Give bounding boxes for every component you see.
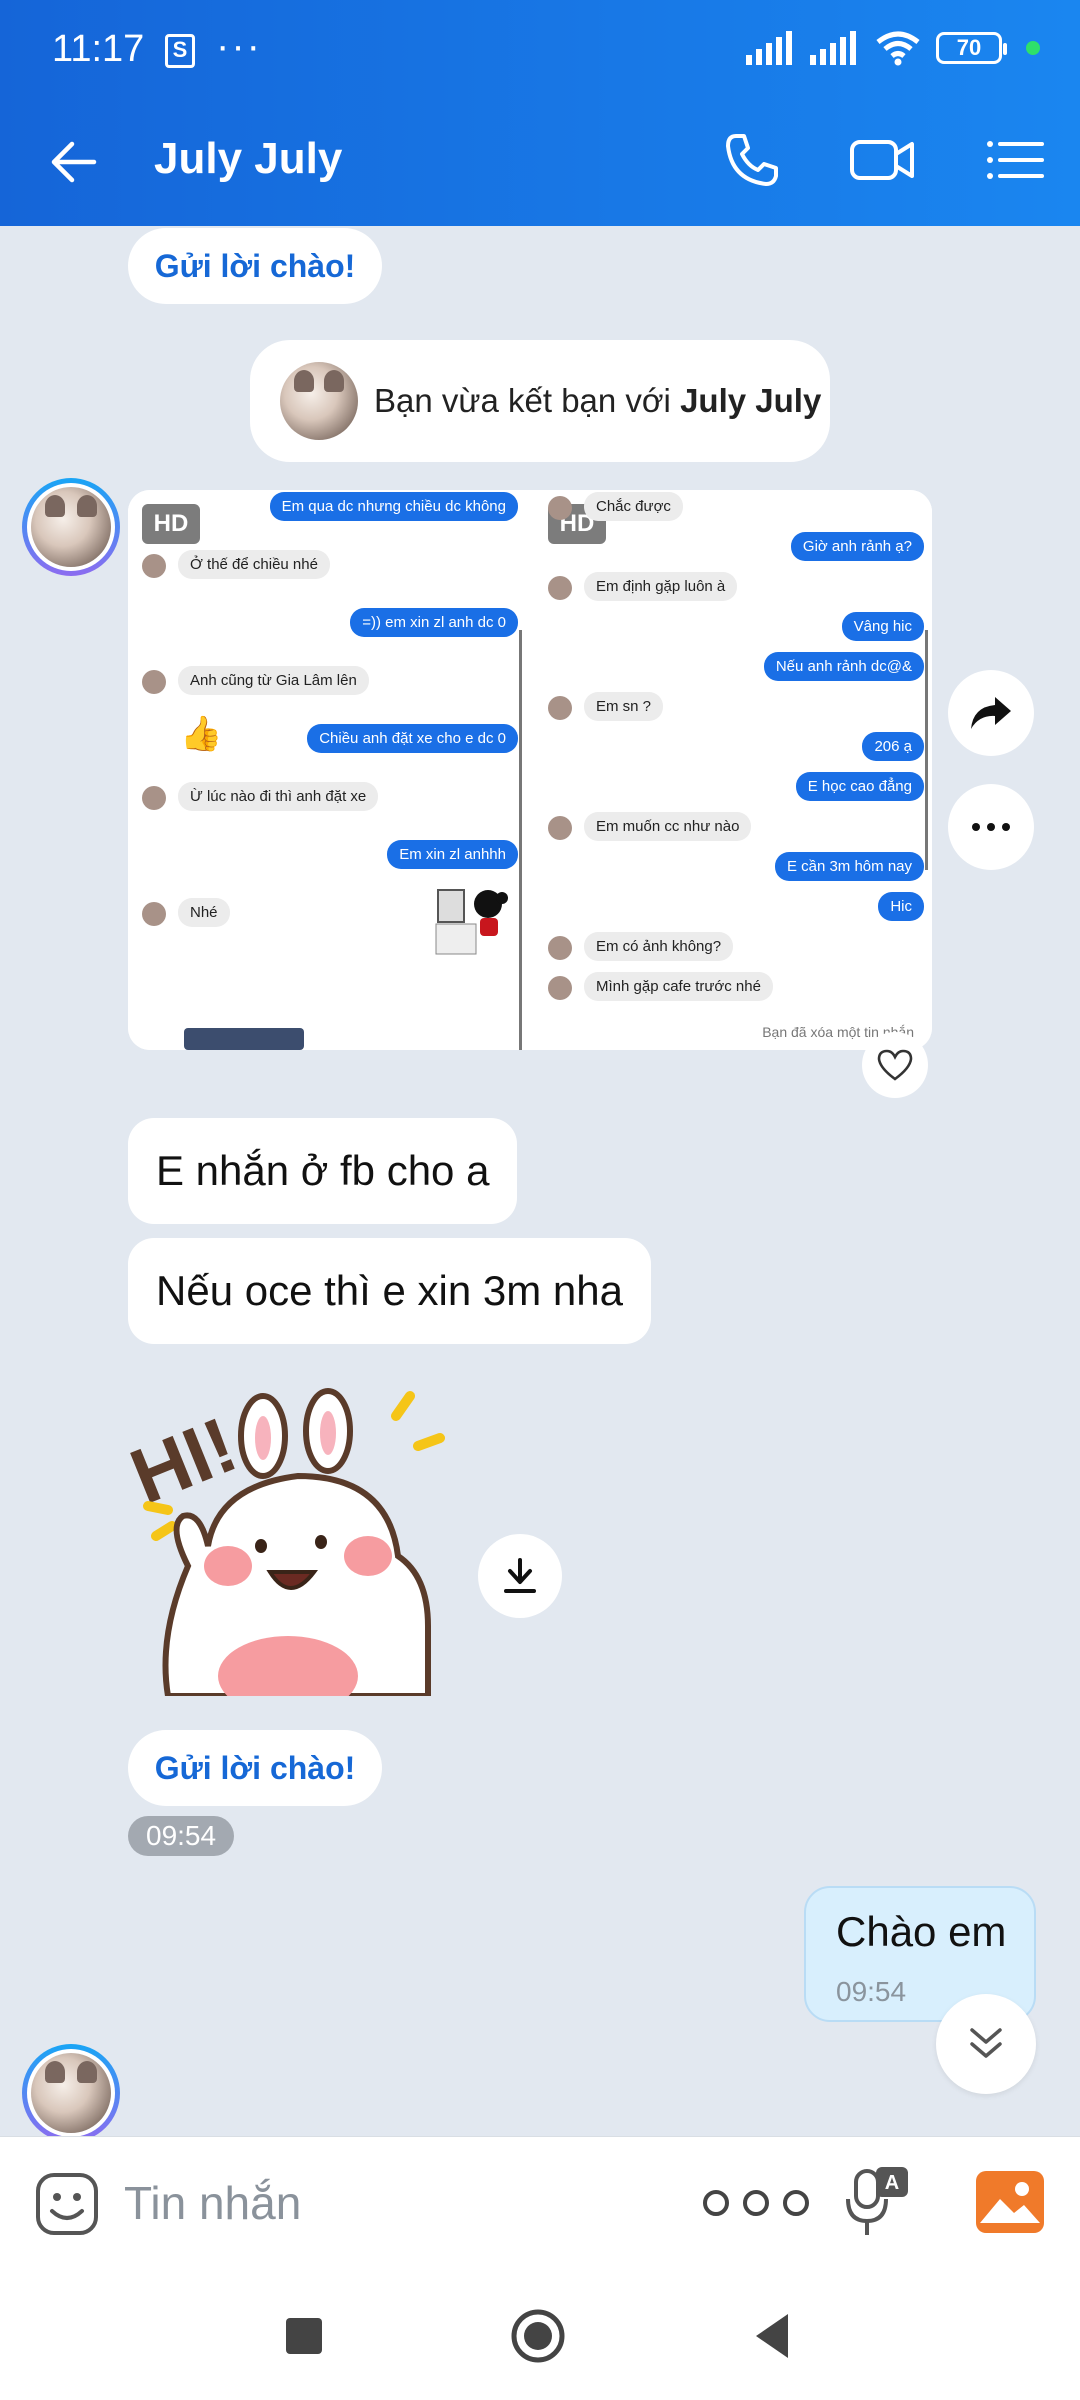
screenshot-image-right[interactable]: HD Bạn đã xóa một tin nhắn Chắc được Giờ …: [534, 490, 932, 1050]
screenshot-avatar: [548, 936, 572, 960]
hd-badge: HD: [142, 504, 200, 544]
screenshot-chat-bubble: Em sn ?: [584, 692, 664, 721]
screenshot-avatar: [548, 576, 572, 600]
gallery-icon[interactable]: [974, 2169, 1046, 2235]
screenshot-chat-bubble: Em có ảnh không?: [584, 932, 734, 961]
scrollbar-line: [925, 630, 928, 870]
sticker-emoji-icon[interactable]: [34, 2171, 100, 2237]
hi-bunny-sticker[interactable]: HI!: [128, 1376, 468, 1696]
screenshot-chat-bubble: E học cao đẳng: [795, 772, 924, 801]
contact-avatar[interactable]: [22, 478, 120, 576]
chat-header: July July: [0, 94, 1080, 226]
screenshot-chat-bubble: Em muốn cc như nào: [584, 812, 752, 841]
wifi-icon: [876, 31, 920, 66]
phone-call-icon[interactable]: [716, 124, 788, 196]
more-actions-button[interactable]: [948, 784, 1034, 870]
battery-icon: 70: [936, 32, 1007, 64]
heart-icon: [877, 1049, 913, 1081]
screenshot-chat-bubble: Vâng hic: [841, 612, 924, 641]
screenshot-avatar: [142, 670, 166, 694]
double-chevron-down-icon: [970, 2028, 1002, 2058]
download-sticker-button[interactable]: [478, 1534, 562, 1618]
home-circle-icon[interactable]: [508, 2306, 568, 2366]
screenshot-chat-bubble: Nếu anh rảnh dc@&: [763, 652, 924, 681]
screenshot-chat-bubble: Giờ anh rảnh ạ?: [790, 532, 924, 561]
screenshot-avatar: [548, 696, 572, 720]
screenshot-chat-bubble: Ừ lúc nào đi thì anh đặt xe: [178, 782, 379, 811]
message-timestamp: 09:54: [128, 1816, 235, 1856]
desk-sticker-image: [435, 889, 508, 955]
forward-button[interactable]: [948, 670, 1034, 756]
screenshot-chat-bubble: E cần 3m hôm nay: [774, 852, 924, 881]
screenshot-chat-bubble: Em định gặp luôn à: [584, 572, 738, 601]
signal-icon: [746, 31, 792, 65]
message-input-bar: A: [0, 2136, 1080, 2268]
download-icon: [504, 1558, 536, 1593]
screenshot-avatar: [142, 786, 166, 810]
screenshot-chat-bubble: Em qua dc nhưng chiều dc không: [269, 492, 518, 521]
android-nav-bar: [0, 2268, 1080, 2400]
more-options-icon[interactable]: [696, 2183, 816, 2223]
video-call-icon[interactable]: [846, 124, 918, 196]
send-greeting-button[interactable]: Gửi lời chào!: [128, 228, 382, 304]
status-bar: 11:17 S ··· 70: [0, 0, 1080, 94]
back-triangle-icon[interactable]: [744, 2306, 804, 2366]
chat-message-list[interactable]: Gửi lời chào! Bạn vừa kết bạn với July J…: [0, 226, 1080, 2136]
back-arrow-icon[interactable]: [44, 130, 108, 194]
screenshot-chat-bubble: Ở thế để chiều nhé: [178, 550, 330, 579]
friend-added-name: July July: [680, 382, 822, 419]
ellipsis-icon: [972, 823, 1010, 831]
screenshot-avatar: [548, 976, 572, 1000]
screenshot-chat-bubble: Nhé: [178, 898, 230, 927]
thumbs-up-icon: 👍: [180, 715, 223, 753]
outgoing-message-time: 09:54: [836, 1976, 907, 2007]
contact-avatar[interactable]: [22, 2044, 120, 2136]
screenshot-avatar: [548, 496, 572, 520]
screenshot-chat-bubble: Hic: [878, 892, 924, 921]
send-greeting-button[interactable]: Gửi lời chào!: [128, 1730, 382, 1806]
preview-thumbnail: [184, 1028, 304, 1050]
friend-added-prefix: Bạn vừa kết bạn với: [374, 382, 681, 419]
screenshot-chat-bubble: =)) em xin zl anh dc 0: [350, 608, 518, 637]
image-message[interactable]: HD Em qua dc nhưng chiều dc không Ở thế đ…: [128, 490, 932, 1050]
svg-text:A: A: [885, 2172, 899, 2194]
status-indicators: 70: [746, 30, 1040, 66]
screenshot-chat-bubble: Mình gặp cafe trước nhé: [584, 972, 773, 1001]
voice-to-text-icon[interactable]: A: [840, 2165, 912, 2243]
outgoing-message-text: Chào em: [836, 1908, 1007, 1955]
contact-avatar: [280, 362, 358, 440]
incoming-message-bubble[interactable]: Nếu oce thì e xin 3m nha: [128, 1238, 651, 1344]
scroll-to-bottom-button[interactable]: [936, 1994, 1036, 2094]
screenshot-image-left[interactable]: HD Em qua dc nhưng chiều dc không Ở thế đ…: [128, 490, 526, 1050]
screenshot-chat-bubble: 206 ạ: [862, 732, 924, 761]
status-time: 11:17: [52, 28, 145, 70]
friend-added-notice: Bạn vừa kết bạn với July July: [250, 340, 830, 462]
contact-name-title[interactable]: July July: [154, 134, 342, 184]
screenshot-chat-bubble: Em xin zl anhhh: [387, 840, 518, 869]
incoming-message-bubble[interactable]: E nhắn ở fb cho a: [128, 1118, 518, 1224]
menu-list-icon[interactable]: [978, 124, 1050, 196]
more-notifications-dots: ···: [216, 24, 262, 68]
recents-square-icon[interactable]: [274, 2306, 334, 2366]
forward-arrow-icon: [971, 697, 1011, 729]
screenshot-avatar: [142, 902, 166, 926]
screenshot-chat-bubble: Anh cũng từ Gia Lâm lên: [178, 666, 369, 695]
screenshot-chat-bubble: Chiều anh đặt xe cho e dc 0: [307, 724, 518, 753]
privacy-indicator-dot: [1026, 41, 1040, 55]
friend-added-text: Bạn vừa kết bạn với July July: [374, 382, 821, 420]
screenshot-avatar: [548, 816, 572, 840]
message-input[interactable]: [124, 2167, 664, 2239]
screenshot-chat-bubble: Chắc được: [584, 492, 683, 521]
scrollbar-line: [519, 630, 522, 1050]
signal-icon: [810, 31, 856, 65]
react-heart-button[interactable]: [862, 1032, 928, 1098]
shopee-bag-icon: S: [165, 34, 195, 68]
screenshot-avatar: [142, 554, 166, 578]
